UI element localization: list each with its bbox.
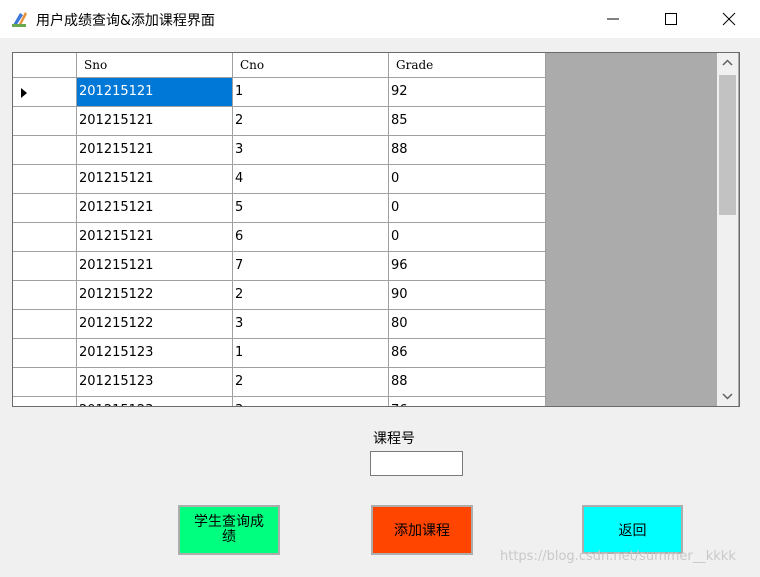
course-number-input[interactable] [370,451,463,476]
row-header[interactable] [13,368,77,397]
table-cell-grade[interactable]: 88 [389,136,546,165]
table-cell-sno[interactable]: 201215121 [77,78,233,107]
table-cell-grade[interactable]: 76 [389,397,546,406]
close-icon [722,12,736,26]
table-cell-sno[interactable]: 201215121 [77,223,233,252]
row-header[interactable] [13,339,77,368]
table-cell-cno[interactable]: 5 [233,194,389,223]
table-cell-grade[interactable]: 80 [389,310,546,339]
vertical-scrollbar[interactable] [717,53,738,406]
app-icon [12,12,27,27]
table-cell-cno[interactable]: 3 [233,136,389,165]
grade-table[interactable]: Sno Cno Grade 201215121 1 92 201215121 2 85 20121… [12,52,740,407]
maximize-icon [665,13,677,25]
table-cell-cno[interactable]: 3 [233,397,389,406]
add-course-button-label: 添加课程 [394,523,450,539]
table-cell-grade[interactable]: 0 [389,165,546,194]
table-cell-cno[interactable]: 1 [233,78,389,107]
column-header-grade[interactable]: Grade [389,53,546,78]
table-cell-sno[interactable]: 201215121 [77,107,233,136]
table-cell-cno[interactable]: 2 [233,107,389,136]
back-button[interactable]: 返回 [582,505,683,554]
row-header[interactable] [13,78,77,107]
table-cell-grade[interactable]: 88 [389,368,546,397]
table-cell-cno[interactable]: 2 [233,368,389,397]
table-cell-sno[interactable]: 201215122 [77,281,233,310]
table-cell-cno[interactable]: 1 [233,339,389,368]
course-number-label: 课程号 [373,431,415,447]
current-row-arrow-icon [21,88,27,98]
close-button[interactable] [700,0,758,38]
table-cell-grade[interactable]: 90 [389,281,546,310]
table-cell-cno[interactable]: 2 [233,281,389,310]
table-cell-grade[interactable]: 92 [389,78,546,107]
row-header[interactable] [13,223,77,252]
row-header[interactable] [13,165,77,194]
row-header[interactable] [13,252,77,281]
scroll-thumb[interactable] [719,75,736,215]
column-header-sno[interactable]: Sno [77,53,233,78]
chevron-up-icon [722,59,733,66]
maximize-button[interactable] [642,0,700,38]
watermark: https://blog.csdn.net/summer__kkkk [500,549,736,564]
column-header-cno[interactable]: Cno [233,53,389,78]
row-header[interactable] [13,310,77,339]
table-cell-sno[interactable]: 201215122 [77,310,233,339]
table-cell-sno[interactable]: 201215123 [77,397,233,406]
add-course-button[interactable]: 添加课程 [371,505,473,555]
table-cell-sno[interactable]: 201215123 [77,339,233,368]
row-header[interactable] [13,136,77,165]
table-cell-grade[interactable]: 85 [389,107,546,136]
scroll-down-button[interactable] [717,386,738,406]
table-cell-cno[interactable]: 7 [233,252,389,281]
table-cell-grade[interactable]: 86 [389,339,546,368]
row-header[interactable] [13,397,77,406]
student-query-button-label: 学生查询成绩 [194,514,264,545]
table-cell-grade[interactable]: 0 [389,223,546,252]
minimize-icon [607,18,619,20]
table-corner-header[interactable] [13,53,77,78]
table-cell-sno[interactable]: 201215121 [77,252,233,281]
table-cell-cno[interactable]: 4 [233,165,389,194]
table-cell-cno[interactable]: 3 [233,310,389,339]
table-cell-sno[interactable]: 201215121 [77,136,233,165]
chevron-down-icon [722,393,733,400]
table-cell-cno[interactable]: 6 [233,223,389,252]
title-bar: 用户成绩查询&添加课程界面 [0,0,760,38]
table-cell-grade[interactable]: 0 [389,194,546,223]
table-cell-sno[interactable]: 201215121 [77,165,233,194]
row-header[interactable] [13,281,77,310]
window-title: 用户成绩查询&添加课程界面 [36,13,215,29]
table-cell-sno[interactable]: 201215121 [77,194,233,223]
row-header[interactable] [13,107,77,136]
table-cell-sno[interactable]: 201215123 [77,368,233,397]
student-query-button[interactable]: 学生查询成绩 [178,505,280,555]
row-header[interactable] [13,194,77,223]
minimize-button[interactable] [584,0,642,38]
scroll-up-button[interactable] [717,53,738,73]
table-cell-grade[interactable]: 96 [389,252,546,281]
back-button-label: 返回 [618,522,647,539]
